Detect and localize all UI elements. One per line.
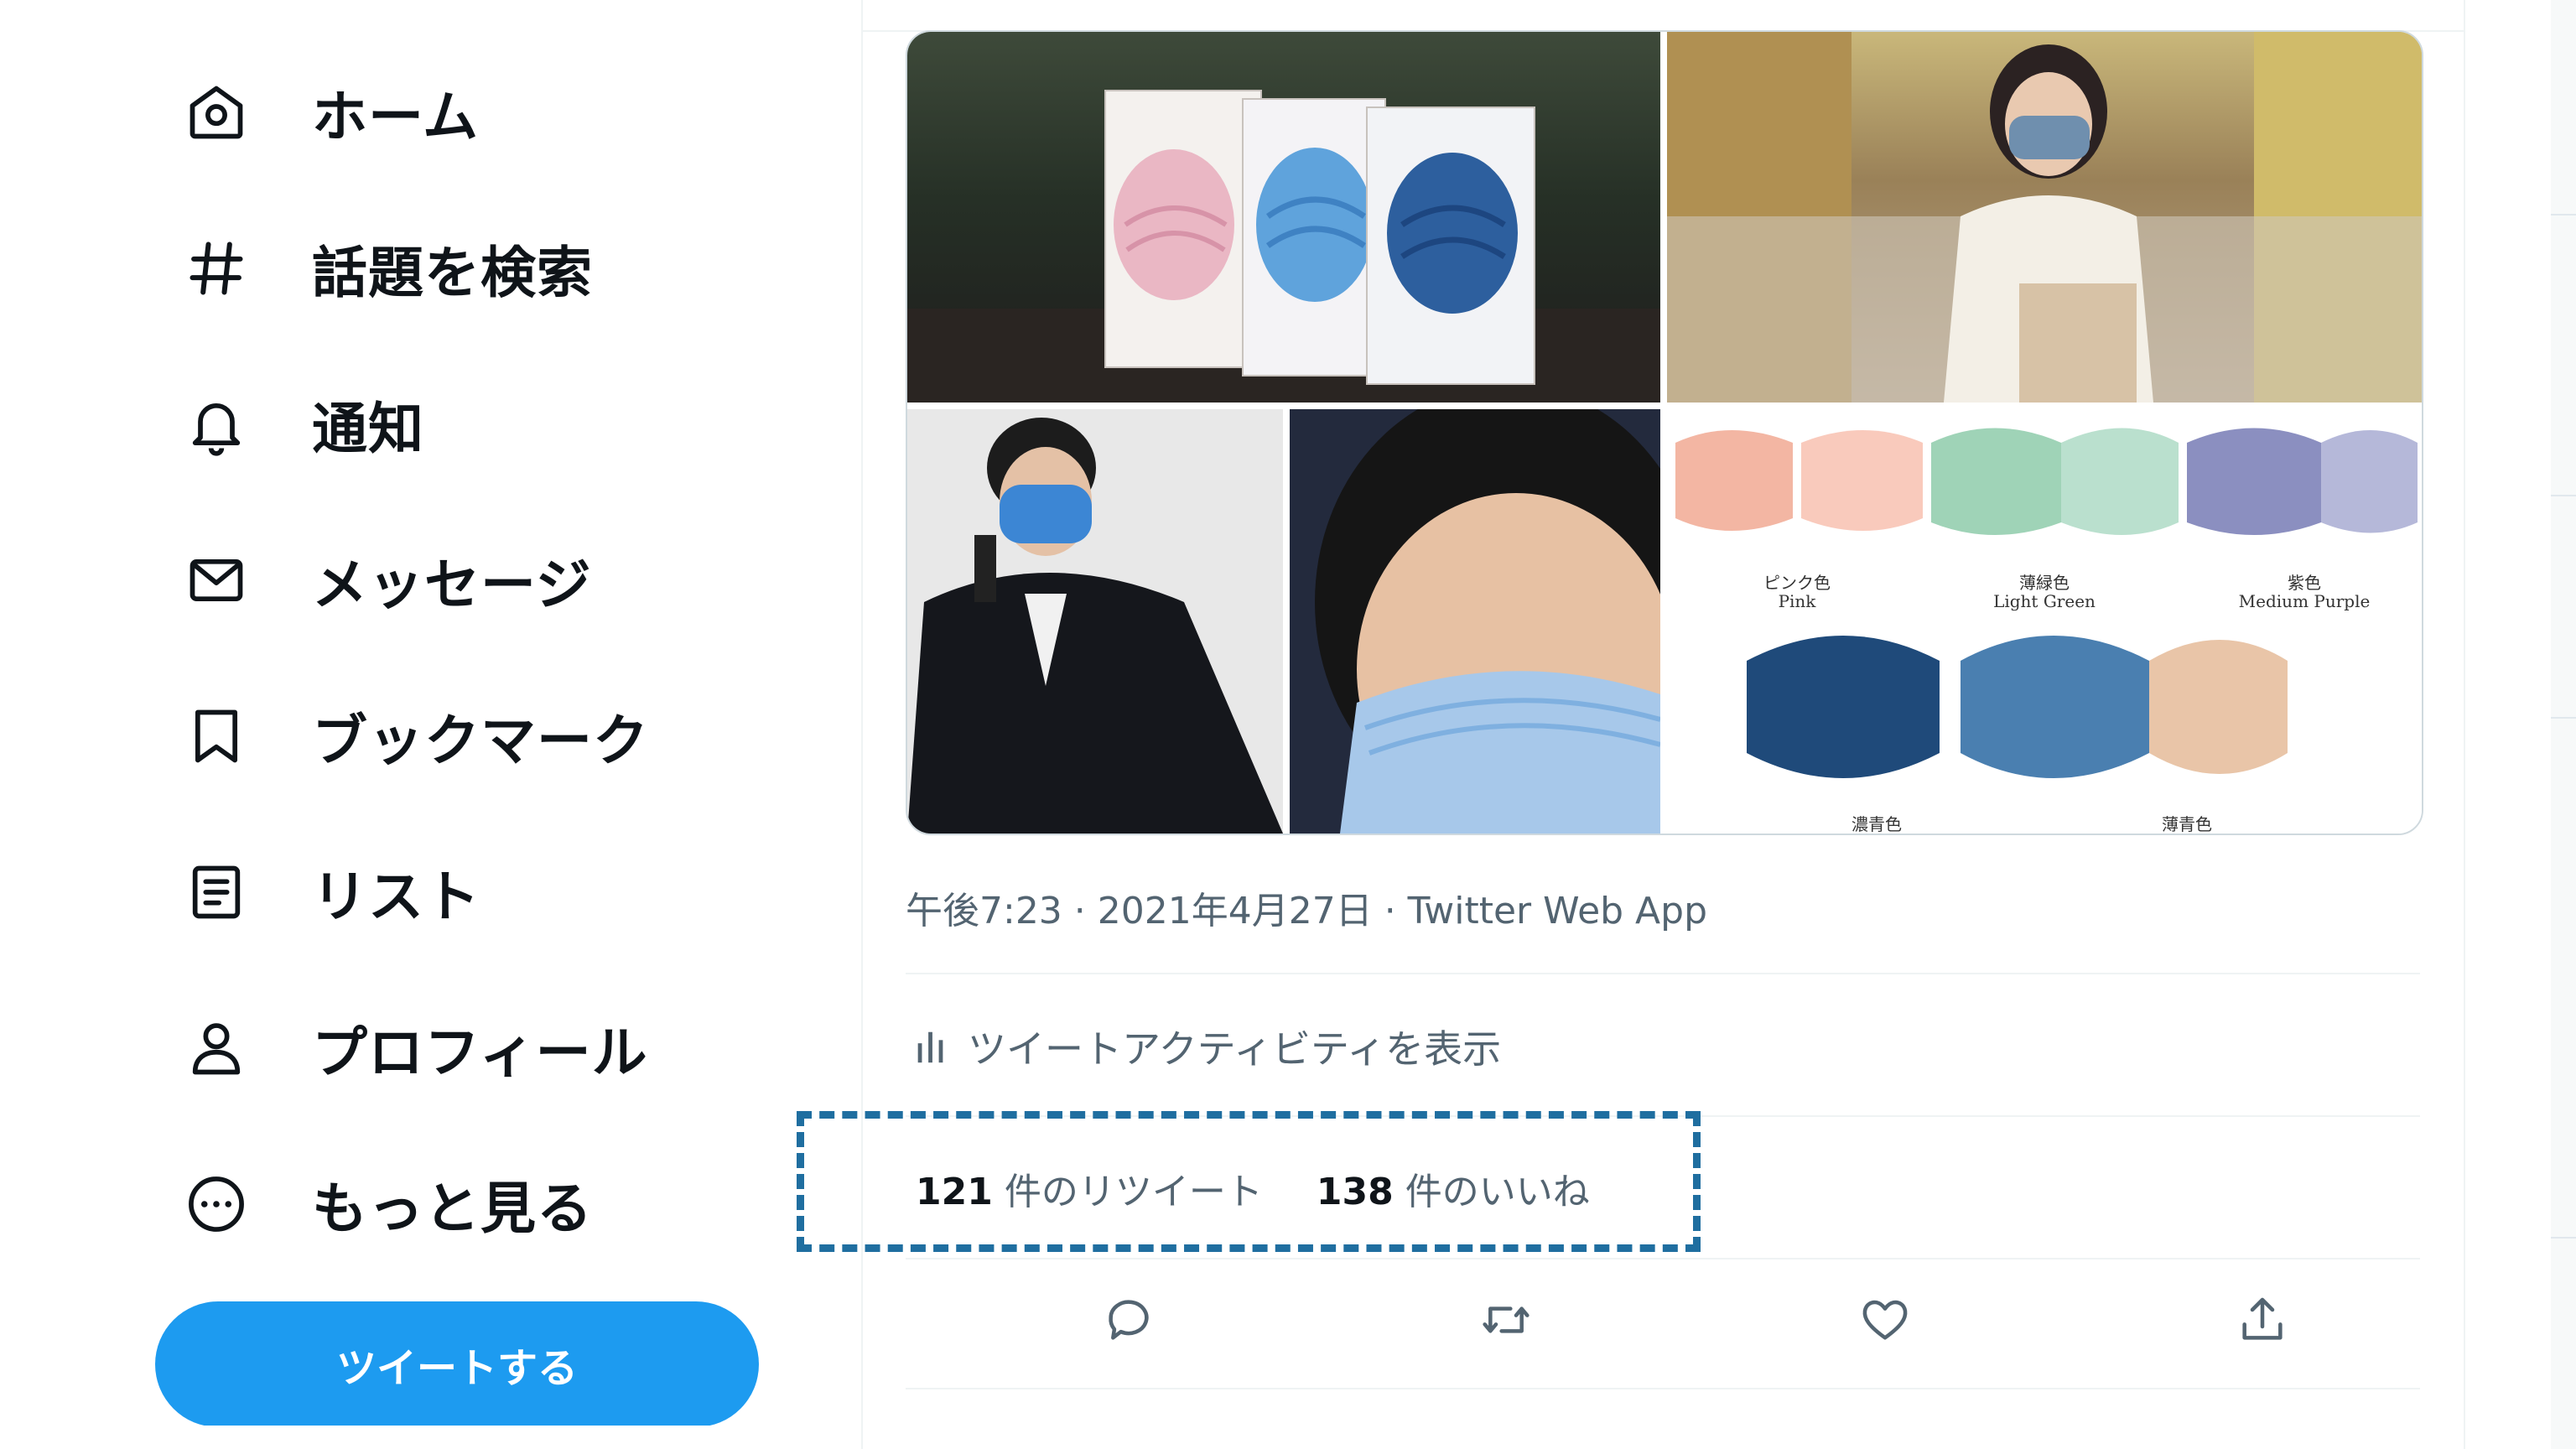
right-sidebar-edge [2551, 0, 2576, 1449]
bookmark-icon [184, 699, 260, 774]
catalog-label-light-blue: 薄青色 [2162, 814, 2212, 834]
right-sidebar-line-2 [2551, 495, 2576, 496]
nav-label-home: ホーム [312, 85, 480, 149]
divider-above-actions [906, 1258, 2420, 1259]
media-photo-product-boxes[interactable] [907, 32, 1660, 402]
nav-item-messages[interactable]: メッセージ [184, 530, 592, 631]
nav-label-explore: 話題を検索 [312, 241, 593, 305]
catalog-label-purple: 紫色 Medium Purple [2220, 574, 2388, 610]
share-icon [2242, 1297, 2283, 1340]
catalog-label-purple-jp: 紫色 [2288, 573, 2321, 593]
nav-label-bookmarks: ブックマーク [312, 709, 649, 773]
media-photo-man-microphone[interactable] [907, 409, 1283, 834]
nav-item-more[interactable]: もっと見る [184, 1154, 593, 1254]
stats-highlight-box [797, 1111, 1701, 1252]
divider-above-activity [906, 973, 2420, 974]
right-sidebar-line-4 [2551, 1237, 2576, 1239]
nav-label-notifications: 通知 [312, 397, 424, 461]
like-icon [1862, 1300, 1908, 1340]
nav-label-messages: メッセージ [312, 553, 592, 617]
nav-item-bookmarks[interactable]: ブックマーク [184, 686, 649, 787]
nav-item-lists[interactable]: リスト [184, 842, 480, 943]
tweet-timestamp[interactable]: 午後7:23 · 2021年4月27日 · Twitter Web App [906, 880, 1707, 934]
reply-button[interactable] [1093, 1285, 1164, 1355]
catalog-label-light-green: 薄緑色 Light Green [1961, 574, 2128, 610]
nav-bottom-fade [126, 1426, 855, 1449]
tweet-media-grid[interactable]: ピンク色 Pink 薄緑色 Light Green 紫色 Medium Purp… [906, 30, 2423, 835]
person-icon [184, 1010, 260, 1086]
nav-item-home[interactable]: ホーム [184, 62, 479, 163]
catalog-label-pink: ピンク色 Pink [1713, 574, 1881, 610]
nav-item-notifications[interactable]: 通知 [184, 374, 424, 475]
home-icon [184, 75, 260, 150]
envelope-icon [184, 543, 260, 618]
bell-icon [184, 387, 260, 462]
reply-icon [1109, 1300, 1149, 1340]
media-photo-mask-catalog[interactable]: ピンク色 Pink 薄緑色 Light Green 紫色 Medium Purp… [1667, 409, 2422, 834]
retweet-icon [1483, 1306, 1530, 1333]
tweet-activity-link[interactable]: ツイートアクティビティを表示 [914, 1019, 1501, 1074]
tweet-button[interactable]: ツイートする [155, 1301, 759, 1427]
catalog-label-purple-en: Medium Purple [2238, 591, 2371, 611]
nav-label-profile: プロフィール [312, 1021, 648, 1085]
previous-section-edge [863, 0, 2464, 32]
right-sidebar-line-3 [2551, 717, 2576, 719]
tweet-action-bar [906, 1285, 2420, 1360]
nav-item-explore[interactable]: 話題を検索 [184, 218, 593, 319]
catalog-label-light-green-jp: 薄緑色 [2019, 573, 2070, 593]
hashtag-icon [184, 231, 260, 306]
catalog-label-dark-blue: 濃青色 [1852, 814, 1902, 834]
media-photo-child[interactable] [1290, 409, 1660, 834]
column-divider-right [2464, 0, 2465, 1449]
catalog-label-pink-jp: ピンク色 [1763, 573, 1831, 593]
more-circle-icon [184, 1166, 260, 1242]
divider-below-actions [906, 1388, 2420, 1389]
bar-chart-icon [917, 1031, 943, 1063]
nav-label-lists: リスト [312, 865, 480, 929]
media-photo-woman-street[interactable] [1667, 32, 2422, 402]
nav-item-profile[interactable]: プロフィール [184, 998, 648, 1098]
right-sidebar-line-1 [2551, 214, 2576, 216]
sidebar-nav: ホーム 話題を検索 通知 メッセージ ブックマーク リスト プロフィール もっと… [0, 0, 864, 1449]
nav-label-more: もっと見る [312, 1176, 593, 1241]
like-button[interactable] [1850, 1285, 1920, 1355]
catalog-label-light-green-en: Light Green [1993, 591, 2096, 611]
catalog-label-pink-en: Pink [1778, 591, 1816, 611]
retweet-button[interactable] [1471, 1285, 1541, 1355]
list-icon [184, 854, 260, 930]
share-button[interactable] [2227, 1285, 2298, 1355]
tweet-activity-label: ツイートアクティビティを表示 [968, 1026, 1502, 1072]
